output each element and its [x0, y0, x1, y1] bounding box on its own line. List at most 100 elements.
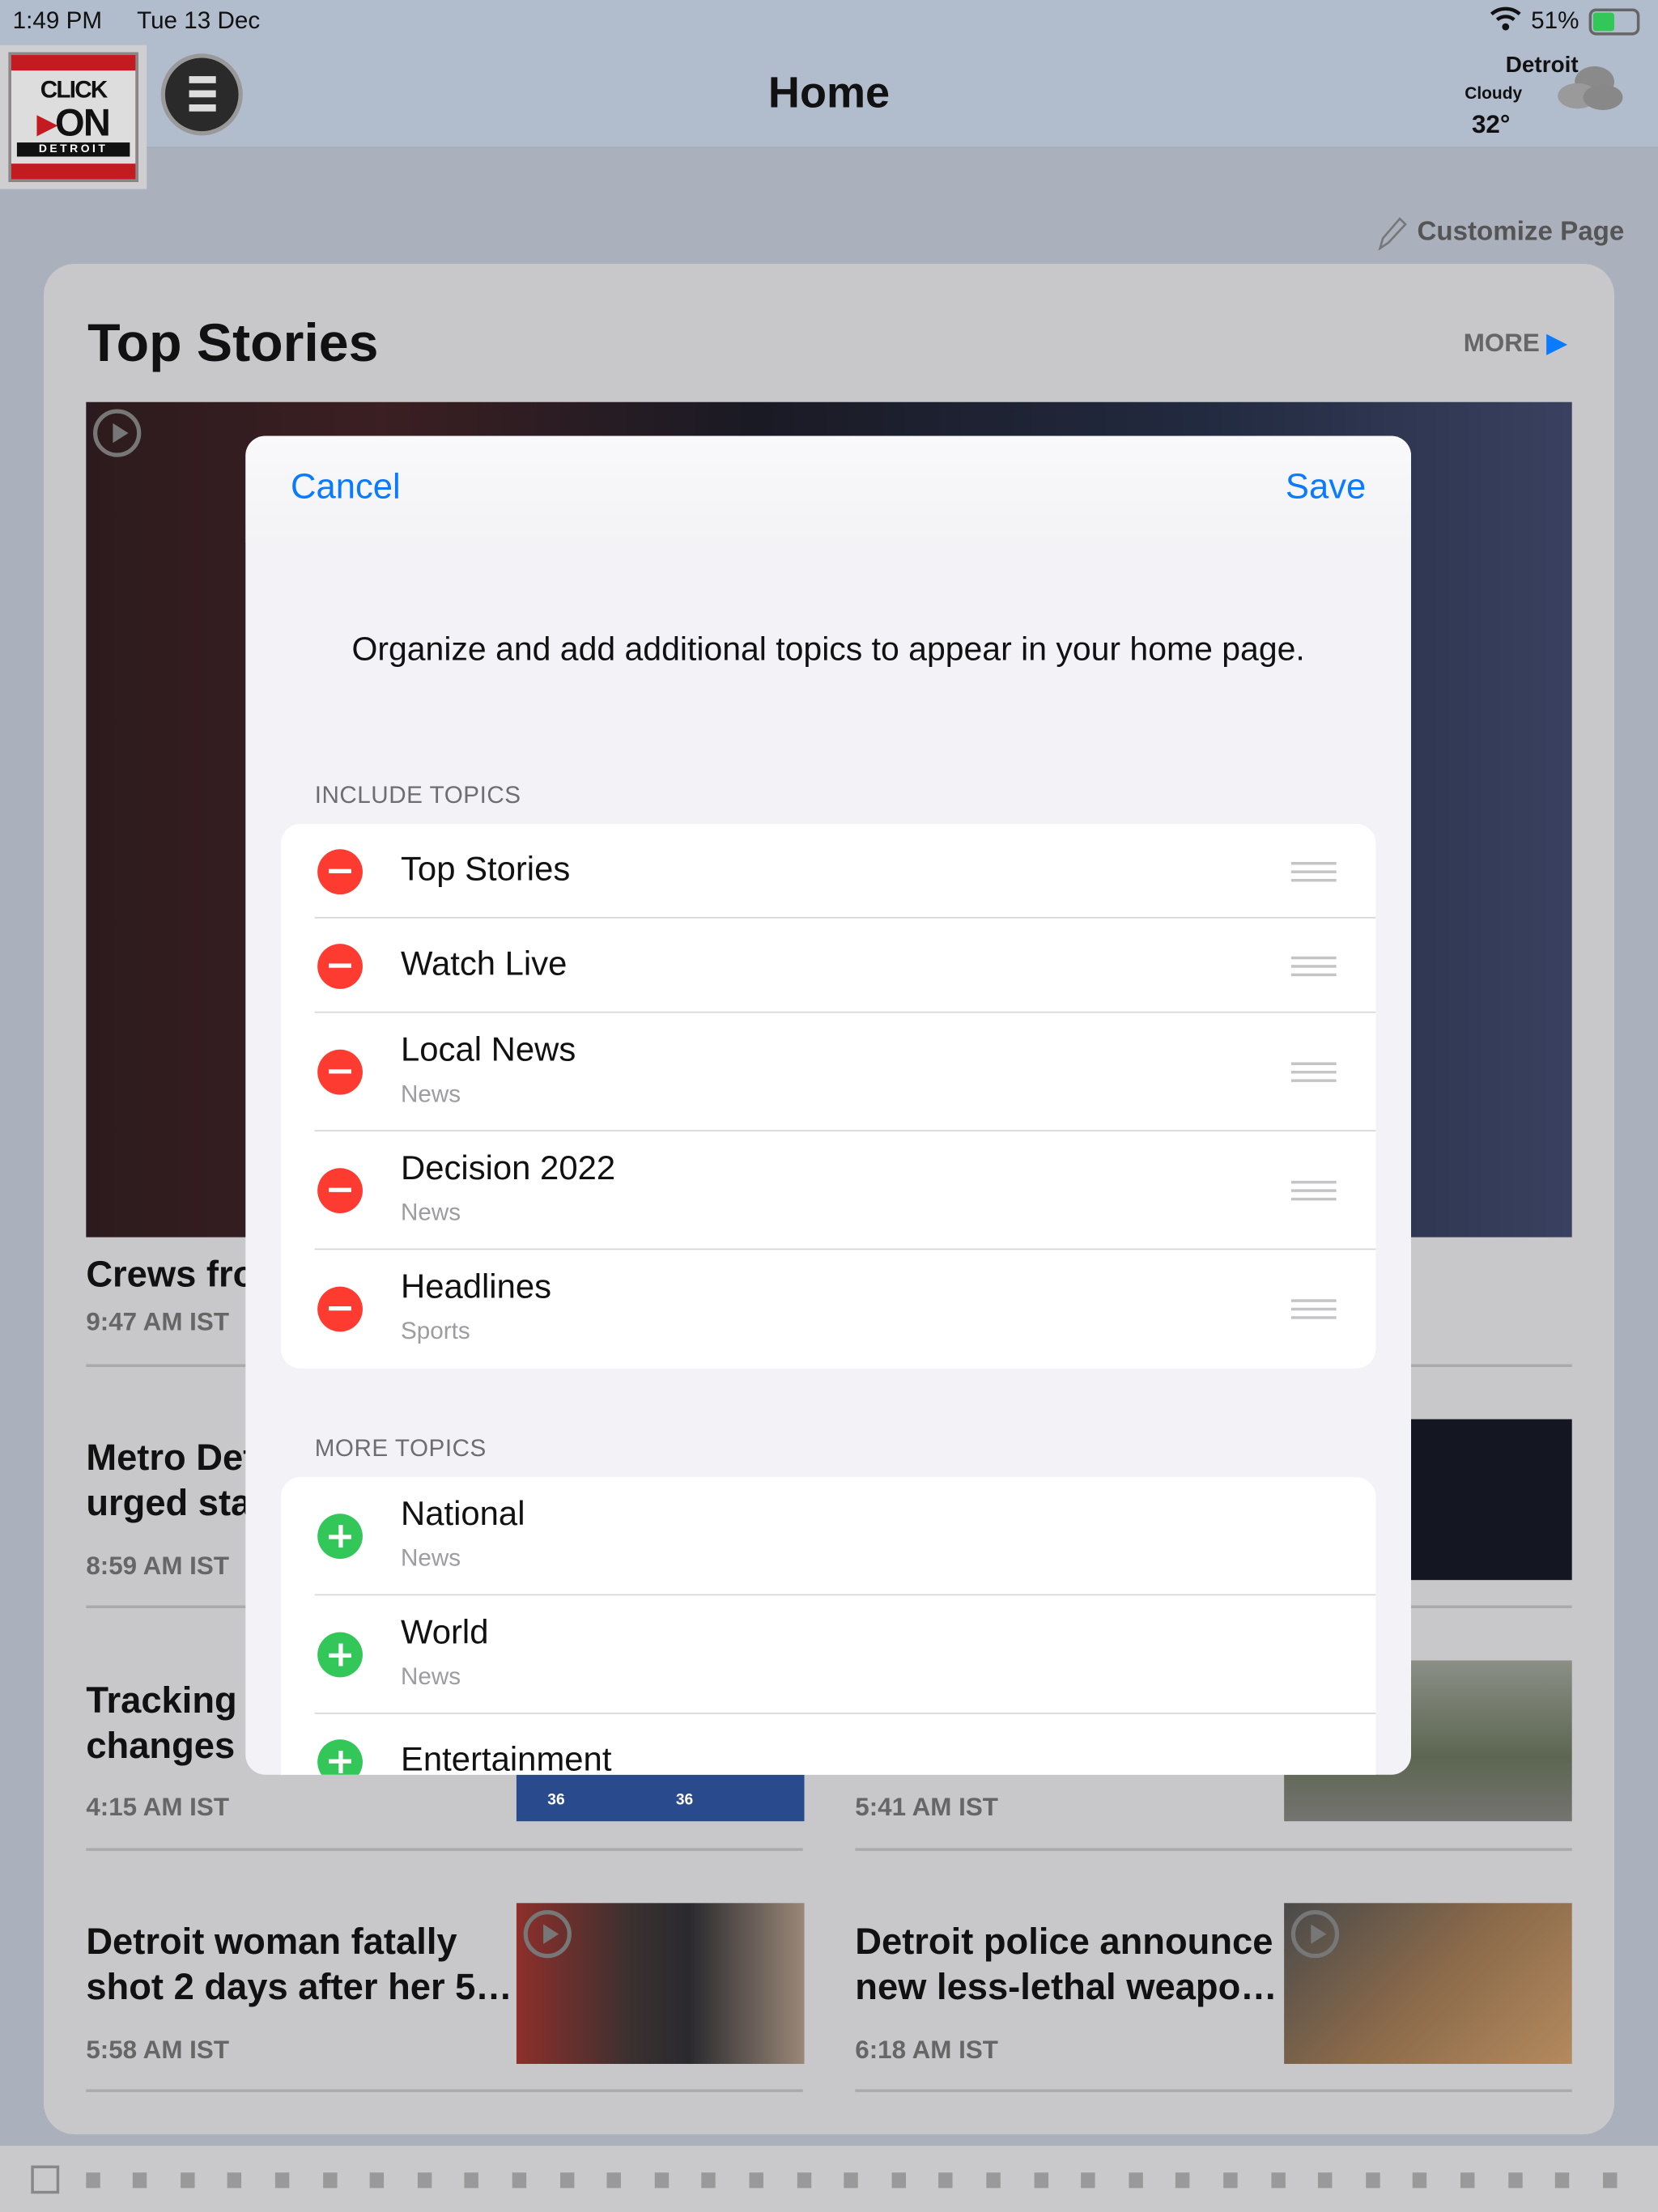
article-title[interactable]: Detroit woman fatally shot 2 days after … — [86, 1918, 512, 2009]
customize-page-button[interactable]: Customize Page — [1375, 214, 1624, 251]
article-title[interactable]: Tracking b changes ir — [86, 1677, 270, 1768]
topic-row[interactable]: Headlines Sports — [315, 1250, 1376, 1368]
weather-condition: Cloudy — [1465, 83, 1523, 104]
page-dot[interactable] — [1507, 2172, 1522, 2189]
add-topic-button[interactable] — [317, 1632, 363, 1678]
modal-description: Organize and add additional topics to ap… — [351, 630, 1305, 668]
add-topic-button[interactable] — [317, 1514, 363, 1560]
topic-label: World — [401, 1613, 489, 1653]
page-dot[interactable] — [1129, 2172, 1143, 2189]
topic-category: News — [401, 1662, 461, 1691]
divider — [86, 2089, 803, 2092]
page-dot[interactable] — [1460, 2172, 1475, 2189]
remove-topic-button[interactable] — [317, 943, 363, 988]
page-dot[interactable] — [227, 2172, 242, 2189]
article-time: 8:59 AM IST — [86, 1552, 229, 1581]
topic-row[interactable]: Top Stories — [314, 824, 1376, 919]
article-title[interactable]: Metro Detr urged stat — [86, 1435, 270, 1526]
article-title[interactable]: Detroit police announce new less-lethal … — [855, 1918, 1277, 2009]
play-icon — [1290, 1910, 1340, 1959]
page-dot[interactable] — [180, 2172, 195, 2189]
page-dot[interactable] — [1555, 2172, 1570, 2189]
page-dot[interactable] — [1602, 2172, 1618, 2189]
article-thumbnail[interactable] — [516, 1903, 805, 2065]
topic-label: Entertainment — [401, 1740, 612, 1775]
topic-row[interactable]: Entertainment — [315, 1714, 1376, 1775]
page-dot[interactable] — [1223, 2172, 1238, 2189]
article-time: 6:18 AM IST — [855, 2036, 998, 2065]
map-label: 36 — [675, 1791, 694, 1809]
topic-category: News — [401, 1544, 461, 1572]
article-time: 5:41 AM IST — [855, 1793, 998, 1822]
page-dot[interactable] — [1365, 2172, 1380, 2189]
topic-label: National — [401, 1495, 525, 1534]
drag-handle-icon[interactable] — [1290, 1299, 1337, 1319]
remove-topic-button[interactable] — [317, 1049, 363, 1095]
page-dot[interactable] — [986, 2172, 1001, 2189]
page-dot[interactable] — [559, 2172, 574, 2189]
page-dot[interactable] — [85, 2172, 100, 2189]
page-dot[interactable] — [938, 2172, 954, 2189]
topic-row[interactable]: Watch Live — [314, 919, 1376, 1013]
page-dot[interactable] — [417, 2172, 432, 2189]
topic-row[interactable]: Local News News — [314, 1013, 1376, 1131]
page-dot[interactable] — [465, 2172, 479, 2189]
pencil-icon — [1378, 217, 1407, 251]
drag-handle-icon[interactable] — [1290, 955, 1337, 976]
article-title[interactable]: Crews fror — [86, 1251, 270, 1297]
drag-handle-icon[interactable] — [1290, 861, 1337, 881]
page-dot[interactable] — [749, 2172, 763, 2189]
save-button[interactable]: Save — [1286, 467, 1366, 508]
customize-label: Customize Page — [1417, 217, 1625, 248]
page-dot[interactable] — [844, 2172, 859, 2189]
article-time: 5:58 AM IST — [86, 2036, 229, 2065]
article-thumbnail[interactable] — [1284, 1903, 1572, 2065]
wifi-icon — [1490, 6, 1521, 38]
page-dot[interactable] — [133, 2172, 147, 2189]
status-date: Tue 13 Dec — [137, 6, 261, 34]
cancel-button[interactable]: Cancel — [291, 467, 401, 508]
topic-row[interactable]: Decision 2022 News — [314, 1131, 1376, 1250]
include-topics-list: Top Stories Watch Live Local News News Decis… — [280, 823, 1376, 1369]
page-dot[interactable] — [1270, 2172, 1286, 2189]
more-topics-list: National News World News Entertainment — [280, 1476, 1376, 1775]
cloud-icon — [1558, 66, 1623, 110]
page-dot[interactable] — [1318, 2172, 1333, 2189]
drag-handle-icon[interactable] — [1290, 1062, 1337, 1082]
more-label: MORE — [1463, 329, 1540, 357]
topic-label: Top Stories — [401, 851, 571, 889]
page-dot[interactable] — [512, 2172, 527, 2189]
include-topics-header: INCLUDE TOPICS — [314, 781, 521, 809]
status-time: 1:49 PM — [12, 6, 103, 34]
remove-topic-button[interactable] — [317, 1286, 363, 1332]
page-dot[interactable] — [369, 2172, 385, 2189]
weather-temp: 32° — [1471, 109, 1511, 138]
remove-topic-button[interactable] — [317, 848, 363, 894]
topic-row[interactable]: World News — [314, 1595, 1376, 1714]
weather-widget[interactable]: Detroit Cloudy 32° — [1453, 53, 1637, 141]
more-button[interactable]: MORE ▶ — [1464, 329, 1567, 359]
modal-header: Cancel Save — [245, 435, 1412, 544]
divider — [855, 1848, 1572, 1851]
page-dot[interactable] — [322, 2172, 337, 2189]
page-dot[interactable] — [654, 2172, 669, 2189]
page-dot[interactable] — [31, 2165, 60, 2194]
remove-topic-button[interactable] — [317, 1168, 363, 1213]
page-dot[interactable] — [1413, 2172, 1427, 2189]
page-dot[interactable] — [701, 2172, 716, 2189]
page-dot[interactable] — [606, 2172, 622, 2189]
page-dot[interactable] — [797, 2172, 811, 2189]
topic-label: Watch Live — [401, 945, 568, 983]
page-dot[interactable] — [891, 2172, 906, 2189]
battery-icon — [1588, 8, 1640, 36]
play-icon — [523, 1910, 572, 1959]
page-dot[interactable] — [1033, 2172, 1048, 2189]
page-dot[interactable] — [274, 2172, 290, 2189]
page-dot[interactable] — [1175, 2172, 1191, 2189]
add-topic-button[interactable] — [317, 1739, 363, 1775]
page-title: Home — [767, 67, 891, 117]
page-dot[interactable] — [1081, 2172, 1095, 2189]
topic-row[interactable]: National News — [314, 1477, 1376, 1596]
page-indicator-bar[interactable] — [0, 2146, 1658, 2212]
drag-handle-icon[interactable] — [1290, 1180, 1337, 1201]
